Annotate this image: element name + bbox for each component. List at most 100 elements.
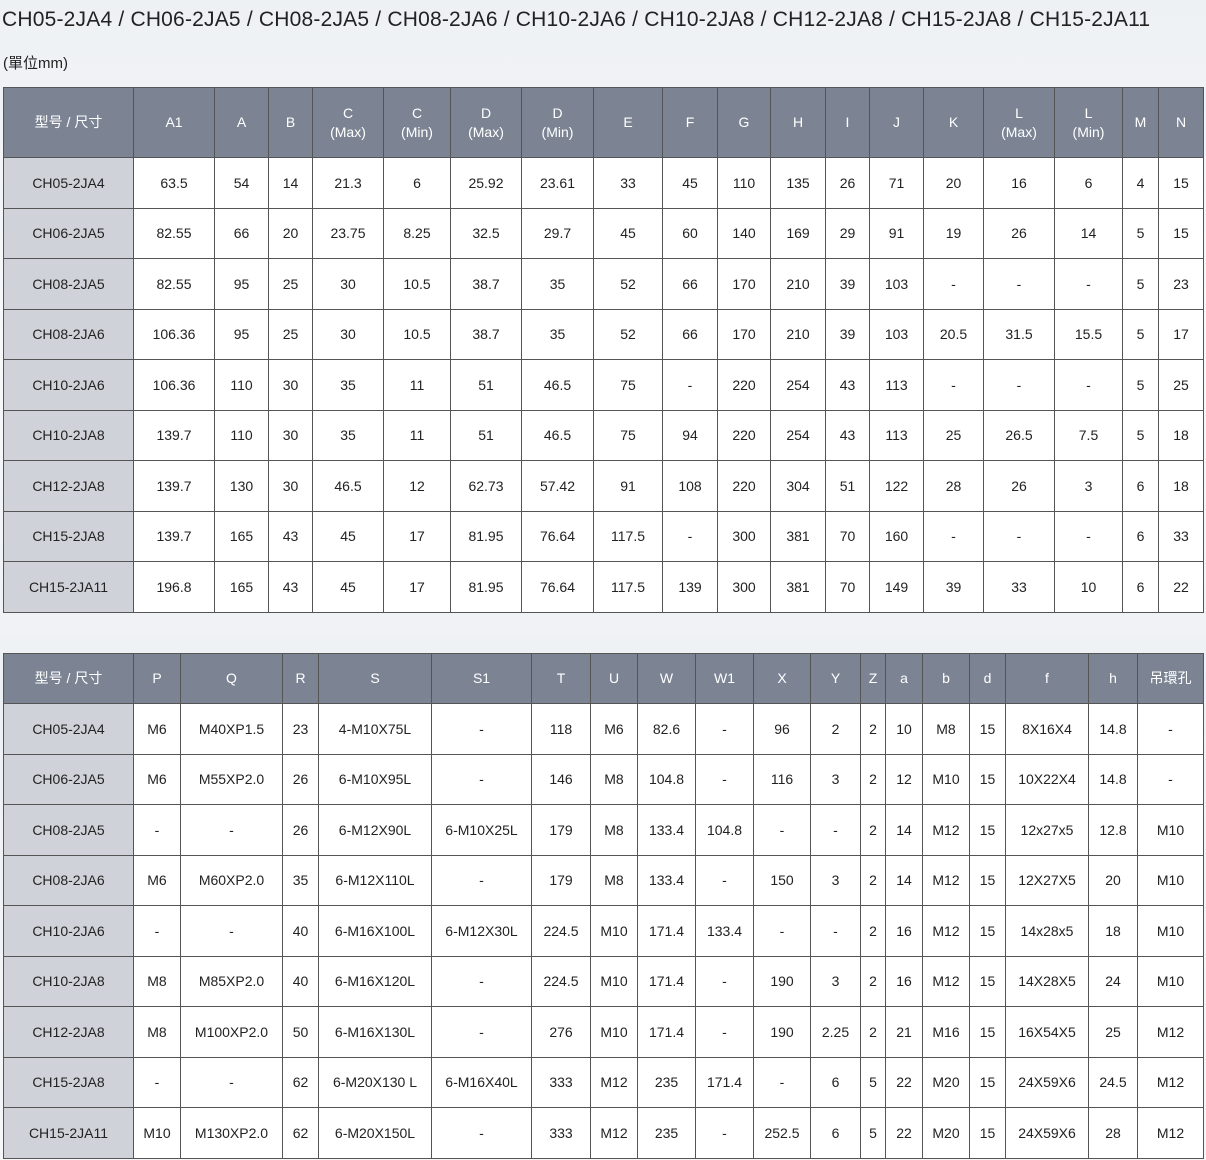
table-cell: -	[431, 753, 532, 805]
table-cell: -	[753, 1056, 811, 1108]
table-cell: 50	[282, 1006, 319, 1058]
column-header-label: T	[556, 670, 566, 686]
table-cell: 95	[214, 308, 269, 360]
table-cell: 15	[969, 1006, 1006, 1058]
table-cell: 76.64	[521, 561, 594, 613]
column-header-label: N	[1175, 114, 1187, 130]
column-header: a	[885, 653, 923, 704]
table-cell: 254	[770, 359, 826, 411]
table-cell: 10.5	[383, 258, 451, 310]
table-cell: 150	[753, 854, 811, 906]
table-cell: 15	[969, 1107, 1006, 1159]
table-cell: M12	[1137, 1006, 1204, 1058]
table-cell: 6-M20X150L	[318, 1107, 432, 1159]
table-row: CH06-2JA5 82.55 66 20 23.75 8.25 32.5 29.7 45 60 1…	[3, 207, 1204, 259]
table-cell: 110	[717, 157, 771, 209]
table-row: CH06-2JA5 M6 M55XP2.0 26 6-M10X95L -146 M8 104.…	[3, 753, 1204, 805]
table-cell: 91	[593, 460, 663, 512]
column-header-label: C	[342, 104, 354, 121]
table-cell: 11	[383, 359, 451, 411]
table-cell: 113	[869, 409, 924, 461]
table-header-row: 型号 / 尺寸 P Q R S S1 T U W W1 X Y Za b d f h 吊環孔	[3, 653, 1204, 704]
table-cell: 17	[1158, 308, 1204, 360]
table-row: CH05-2JA4 63.5 54 14 21.3 6 25.92 23.61 33 45 110 1…	[3, 157, 1204, 209]
table-cell: 103	[869, 308, 924, 360]
table-cell: M12	[922, 955, 970, 1007]
table-cell: 43	[825, 409, 870, 461]
table-cell: 224.5	[531, 905, 591, 957]
table-cell: 51	[450, 359, 522, 411]
table-cell: 224.5	[531, 955, 591, 1007]
column-header-label: f	[1045, 670, 1049, 686]
table-cell: 6	[383, 157, 451, 209]
table-cell: 3	[810, 753, 861, 805]
column-header-sublabel: (Max)	[330, 123, 366, 140]
column-header-label: X	[777, 670, 787, 686]
column-header-label: A1	[165, 114, 183, 130]
table-cell: 170	[717, 258, 771, 310]
table-cell: M16	[922, 1006, 970, 1058]
table-cell: 171.4	[637, 905, 696, 957]
table-cell: 70	[825, 561, 870, 613]
table-cell: 26	[282, 753, 319, 805]
table-cell: 220	[717, 409, 771, 461]
column-header: M	[1122, 87, 1159, 158]
column-header-label: D	[552, 104, 563, 121]
table-cell: 66	[214, 207, 269, 259]
model-cell: CH12-2JA8	[3, 460, 134, 512]
table-cell: 62	[282, 1107, 319, 1159]
table-cell: M12	[590, 1107, 638, 1159]
column-header: d	[969, 653, 1006, 704]
table-cell: 96	[753, 703, 811, 755]
column-header-label: M	[1134, 114, 1147, 130]
table-cell: 45	[312, 561, 384, 613]
table-cell: M8	[922, 703, 970, 755]
table-cell: 6	[1122, 561, 1159, 613]
model-cell: CH06-2JA5	[3, 207, 134, 259]
table-cell: 3	[810, 955, 861, 1007]
column-header: B	[268, 87, 313, 158]
model-cell: CH06-2JA5	[3, 753, 134, 805]
table-cell: 18	[1088, 905, 1138, 957]
table-cell: 95	[214, 258, 269, 310]
column-header-label: Y	[830, 670, 841, 686]
table-cell: 51	[825, 460, 870, 512]
table-cell: 6	[810, 1056, 861, 1108]
table-cell: -	[695, 955, 754, 1007]
table-cell: 33	[593, 157, 663, 209]
table-cell: -	[695, 854, 754, 906]
table-cell: 16X54X5	[1005, 1006, 1089, 1058]
column-header: 型号 / 尺寸	[3, 87, 134, 158]
column-header-label: S	[370, 670, 380, 686]
column-header-label: D	[480, 104, 492, 121]
table-cell: 190	[753, 1006, 811, 1058]
column-header-label: 型号 / 尺寸	[34, 114, 103, 130]
table-cell: 26	[282, 804, 319, 856]
table-cell: M6	[133, 854, 181, 906]
table-cell: 6-M16X100L	[318, 905, 432, 957]
column-header-label: 吊環孔	[1149, 670, 1192, 686]
table-cell: 82.55	[133, 207, 215, 259]
table-row: CH12-2JA8 M8 M100XP2.0 50 6-M16X130L -276 M10 1…	[3, 1006, 1204, 1058]
column-header: N	[1158, 87, 1204, 158]
table-cell: 106.36	[133, 308, 215, 360]
table-cell: 149	[869, 561, 924, 613]
table-cell: 30	[268, 460, 313, 512]
column-header-label: R	[295, 670, 306, 686]
model-cell: CH10-2JA8	[3, 955, 134, 1007]
table-cell: 18	[1158, 409, 1204, 461]
table-cell: 17	[383, 561, 451, 613]
table-cell: 38.7	[450, 308, 522, 360]
table-cell: 71	[869, 157, 924, 209]
table-cell: -	[1137, 703, 1204, 755]
table-cell: -	[431, 955, 532, 1007]
table-cell: -	[133, 1056, 181, 1108]
table-row: CH15-2JA11 M10 M130XP2.0 62 6-M20X150L -333 M1…	[3, 1107, 1204, 1159]
table-cell: 22	[885, 1107, 923, 1159]
table-cell: 17	[383, 510, 451, 562]
table-cell: 169	[770, 207, 826, 259]
table-cell: 30	[312, 308, 384, 360]
table-cell: 135	[770, 157, 826, 209]
table-cell: 2	[860, 905, 886, 957]
model-cell: CH15-2JA11	[3, 1107, 134, 1159]
